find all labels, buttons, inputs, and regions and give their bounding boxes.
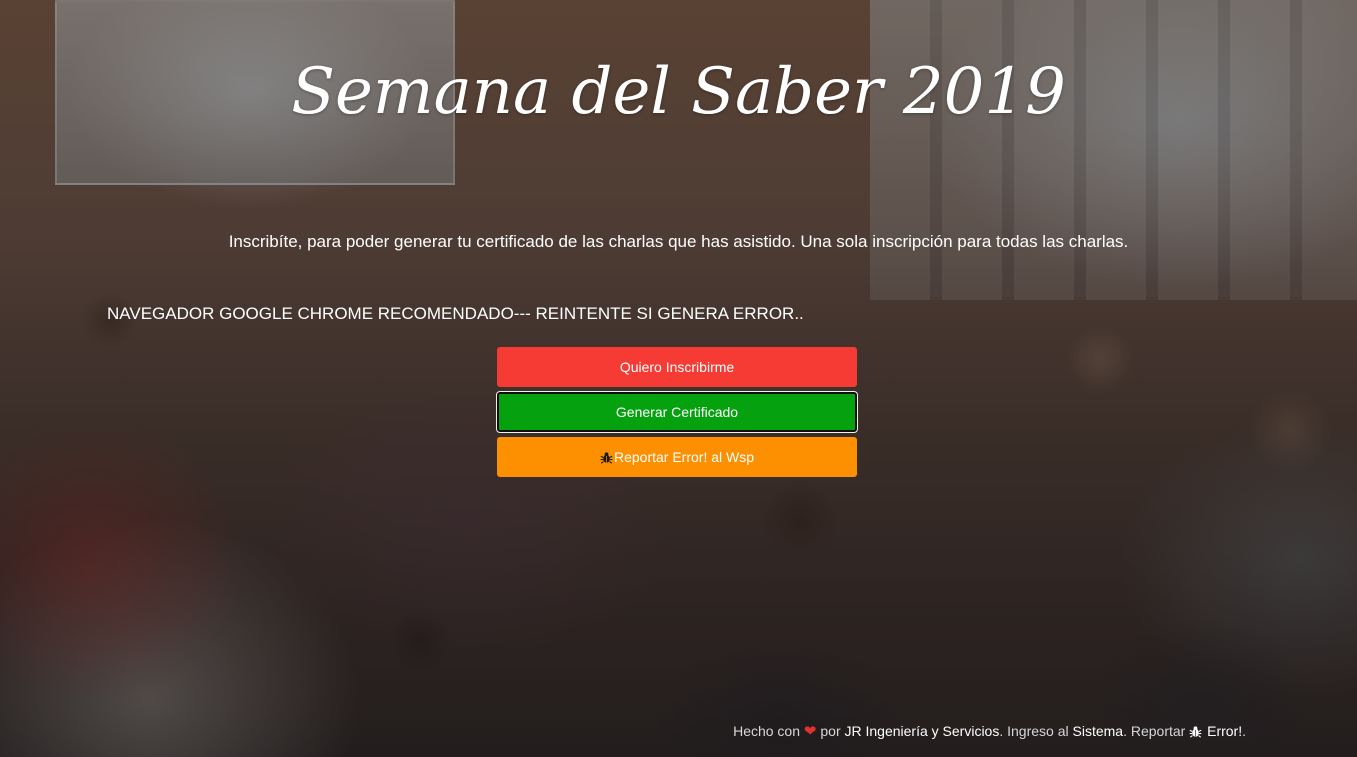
footer-error-label: Error! <box>1207 723 1243 739</box>
hero-content: Semana del Saber 2019 Inscribíte, para p… <box>0 0 1357 757</box>
footer-error-link[interactable]: Error! <box>1189 723 1242 739</box>
footer-made-with: Hecho con <box>733 723 801 739</box>
generate-certificate-button[interactable]: Generar Certificado <box>497 392 857 432</box>
sistema-link[interactable]: Sistema <box>1073 723 1124 739</box>
report-error-whatsapp-button[interactable]: Reportar Error! al Wsp <box>497 437 857 477</box>
bug-icon <box>600 439 613 479</box>
bug-icon <box>1189 723 1202 743</box>
footer-sep-ingreso: . Ingreso al <box>999 723 1069 739</box>
footer-end: . <box>1242 723 1246 739</box>
footer: Hecho con ❤ por JR Ingeniería y Servicio… <box>733 721 1246 743</box>
footer-por: por <box>820 723 841 739</box>
hero-subtitle: Inscribíte, para poder generar tu certif… <box>228 232 1129 251</box>
page-title: Semana del Saber 2019 <box>291 55 1066 129</box>
report-error-label: Reportar Error! al Wsp <box>613 449 755 465</box>
heart-icon: ❤ <box>803 723 817 740</box>
register-button[interactable]: Quiero Inscribirme <box>497 347 857 387</box>
browser-notice: NAVEGADOR GOOGLE CHROME RECOMENDADO--- R… <box>107 304 804 323</box>
landing-page: Semana del Saber 2019 Inscribíte, para p… <box>0 0 1357 757</box>
footer-sep-reportar: . Reportar <box>1123 723 1186 739</box>
company-link[interactable]: JR Ingeniería y Servicios <box>845 723 1000 739</box>
